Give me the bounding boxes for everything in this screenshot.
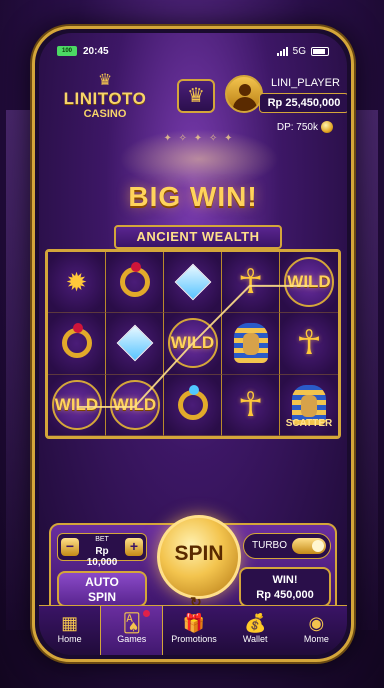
nav-item-home[interactable]: ▦ Home (39, 606, 100, 655)
casino-logo[interactable]: ♛ LINITOTO CASINO (55, 72, 155, 121)
nav-label: Wallet (242, 634, 268, 644)
turbo-toggle[interactable]: TURBO (243, 533, 331, 559)
slot-machine-icon: ▦ (61, 613, 79, 633)
bet-decrease-button[interactable]: − (61, 538, 79, 556)
ring-blue-symbol (177, 384, 208, 420)
pharaoh-symbol (233, 323, 268, 364)
reel-cell: WILD (48, 374, 106, 436)
reel-cell (222, 313, 280, 375)
battery-icon (311, 46, 329, 56)
bet-selector: − BET Rp 10,000 + (57, 533, 147, 568)
scatter-label: SCATTER (285, 417, 333, 429)
turbo-label: TURBO (252, 540, 287, 551)
spin-controls: − BET Rp 10,000 + AUTO SPIN SPIN ↻ TURBO… (49, 515, 337, 617)
reel-cell (164, 374, 222, 436)
big-win-banner: BIG WIN! (128, 181, 258, 212)
nav-label: Games (117, 634, 147, 644)
signal-icon (276, 46, 288, 56)
profile-icon: ◉ (308, 613, 325, 633)
username: LINI_PLAYER (271, 77, 340, 89)
nav-label: Home (57, 634, 82, 644)
ankh-symbol: ☥ (237, 263, 264, 302)
logo-title: LINITOTO (63, 89, 147, 108)
diamond-symbol (174, 263, 211, 301)
toggle-switch-icon[interactable] (292, 538, 326, 554)
background-pillar-left (6, 110, 32, 630)
avatar[interactable] (225, 75, 263, 113)
deposit-badge[interactable]: DP: 750k (277, 121, 333, 133)
auto-spin-label-2: SPIN (87, 590, 116, 604)
reel-cell: ☥ (222, 252, 280, 314)
scarab-symbol: ✹ (65, 266, 88, 297)
reel-cell: WILD (164, 313, 222, 375)
battery-indicator-left: 100 (57, 46, 77, 56)
ring-red-symbol (61, 323, 92, 359)
diamond-symbol (116, 325, 153, 362)
auto-spin-label-1: AUTO (85, 575, 119, 589)
spin-label: SPIN (174, 542, 224, 565)
reel-cell (106, 252, 164, 314)
reel-cell: ✹ (48, 252, 106, 314)
reel-cell (48, 313, 106, 375)
auto-spin-button[interactable]: AUTO SPIN (57, 571, 147, 607)
money-bag-icon: 💰 (244, 613, 267, 633)
reel-cell: WILD (106, 374, 164, 436)
bet-value: Rp 10,000 (86, 546, 118, 568)
reel-cell (106, 313, 164, 375)
bottom-navigation: ▦ Home 🂡 Games 🎁 Promotions 💰 Wallet ◉ Mome (39, 605, 347, 655)
nav-item-mome[interactable]: ◉ Mome (286, 606, 347, 655)
reel-cell: SCATTER (280, 374, 338, 436)
reel-cell (164, 252, 222, 314)
chandelier-icon: ✦ ✧ ✦ ✧ ✦ (163, 133, 235, 144)
nav-item-games[interactable]: 🂡 Games (100, 606, 164, 655)
reel-cell: WILD (280, 252, 338, 314)
nav-label: Mome (303, 634, 329, 644)
bet-label: BET (95, 536, 109, 543)
gift-icon: 🎁 (182, 613, 206, 633)
slot-reels: ✹ ☥ WILD WILD ☥ WILD WILD ☥ SCATTER (45, 249, 341, 439)
win-amount: Rp 450,000 (256, 589, 314, 601)
network-type: 5G (292, 45, 306, 57)
wild-symbol: WILD (109, 379, 160, 430)
coin-icon (321, 121, 333, 133)
status-bar: 100 20:45 5G (57, 43, 329, 59)
wild-symbol: WILD (51, 379, 102, 430)
crown-icon: ♛ (97, 72, 113, 89)
reel-cell: ☥ (280, 313, 338, 375)
ankh-symbol: ☥ (237, 385, 264, 424)
deposit-amount: DP: 750k (276, 121, 318, 133)
ankh-symbol: ☥ (296, 324, 322, 363)
nav-item-wallet[interactable]: 💰 Wallet (225, 606, 286, 655)
win-display: WIN! Rp 450,000 (239, 567, 331, 607)
clock: 20:45 (83, 45, 109, 57)
bet-increase-button[interactable]: + (125, 538, 143, 556)
logo-subtitle: CASINO (83, 108, 127, 120)
spin-button[interactable]: SPIN ↻ (157, 515, 241, 610)
balance-display: Rp 25,450,000 (259, 93, 347, 113)
game-title: ANCIENT WEALTH (114, 225, 282, 249)
nav-item-promotions[interactable]: 🎁 Promotions (163, 606, 224, 655)
vip-crown-button[interactable]: ♛ (177, 79, 215, 113)
phone-frame: 100 20:45 5G ♛ LINITOTO CASINO ♛ LINI_PL… (32, 26, 354, 662)
win-label: WIN! (272, 574, 298, 586)
background-pillar-right (352, 110, 378, 630)
ring-red-symbol (119, 262, 150, 298)
crown-icon: ♛ (187, 85, 205, 107)
reel-cell: ☥ (222, 374, 280, 436)
nav-label: Promotions (171, 634, 217, 644)
cards-icon: 🂡 (122, 613, 142, 633)
wild-symbol: WILD (167, 318, 218, 369)
wild-symbol: WILD (284, 257, 334, 308)
app-screen: 100 20:45 5G ♛ LINITOTO CASINO ♛ LINI_PL… (39, 33, 347, 655)
